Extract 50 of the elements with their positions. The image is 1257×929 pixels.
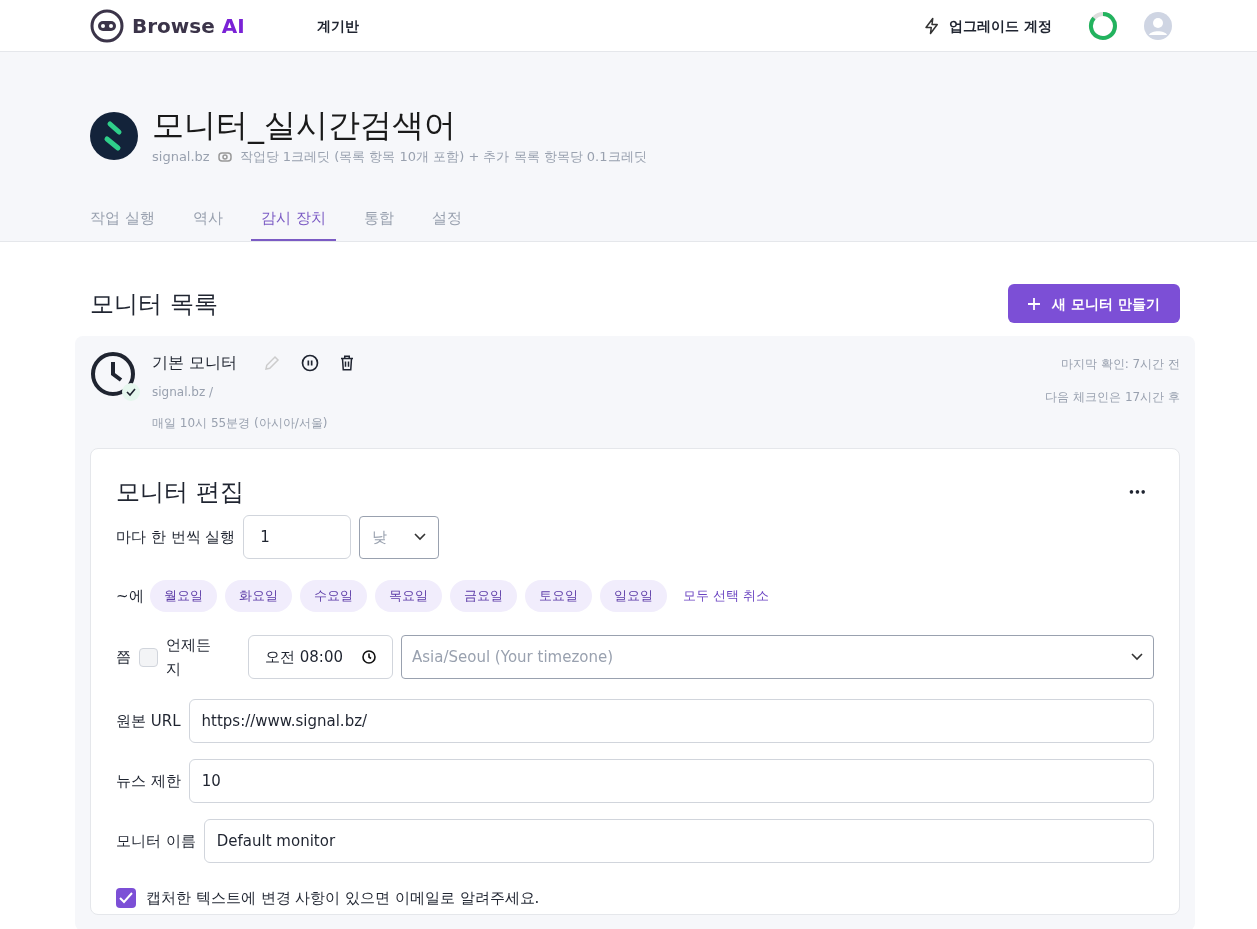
field-label: ~에 [116, 585, 144, 607]
clock-icon [362, 650, 376, 664]
monitor-name: 기본 모니터 [152, 352, 238, 374]
project-logo-icon [90, 111, 138, 160]
day-chip[interactable]: 수요일 [299, 580, 367, 612]
section-heading: 모니터 목록 [90, 288, 218, 320]
tab[interactable]: 감시 장치 [250, 206, 336, 241]
field-label: 모니터 이름 [116, 830, 196, 852]
checkbox-label: 캡처한 텍스트에 변경 사항이 있으면 이메일로 알려주세요. [146, 888, 540, 909]
clock-icon [90, 351, 136, 397]
interval-field[interactable]: 1 [243, 515, 352, 559]
pause-icon[interactable] [300, 353, 321, 373]
field-label: 원본 URL [116, 710, 181, 732]
field-label: 마다 한 번씩 실행 [116, 526, 236, 548]
project-title: 모니터_실시간검색어 [152, 105, 457, 145]
chevron-down-icon [414, 533, 427, 541]
usage-ring-icon [1088, 10, 1118, 41]
anytime-checkbox[interactable] [139, 647, 158, 667]
next-check: 다음 체크인은 17시간 후 [1045, 389, 1180, 406]
new-monitor-button[interactable]: 새 모니터 만들기 [1008, 284, 1180, 323]
deselect-all-link[interactable]: 모두 선택 취소 [682, 586, 769, 606]
day-chip[interactable]: 토요일 [524, 580, 592, 612]
text-field[interactable]: 10 [188, 759, 1154, 803]
field-label: 쯤 [116, 646, 131, 668]
monitor-schedule: 매일 10시 55분경 (아시아/서울) [152, 415, 329, 432]
notify-checkbox[interactable] [116, 888, 136, 909]
credits-info: 작업당 1크레딧 (목록 항목 10개 포함) + 추가 목록 항목당 0.1크레딧 [239, 148, 647, 166]
field-label: 뉴스 제한 [116, 770, 181, 792]
day-chip[interactable]: 월요일 [149, 580, 217, 612]
text-field[interactable]: Default monitor [203, 819, 1154, 863]
time-field[interactable]: 오전 08:00 [248, 635, 393, 679]
monitor-url: signal.bz / [152, 384, 215, 401]
chevron-down-icon [1131, 653, 1143, 661]
more-button[interactable]: ••• [1128, 484, 1146, 500]
checkbox-label: 언제든지 [166, 635, 212, 680]
project-domain: signal.bz [152, 148, 210, 166]
text-field[interactable]: https://www.signal.bz/ [188, 699, 1154, 743]
last-check: 마지막 확인: 7시간 전 [1060, 356, 1180, 373]
day-chip[interactable]: 목요일 [374, 580, 442, 612]
day-chip[interactable]: 화요일 [224, 580, 292, 612]
day-chip[interactable]: 일요일 [599, 580, 667, 612]
upgrade-account-button[interactable]: 업그레이드 계정 [923, 15, 1052, 36]
nav-link[interactable]: 계기반 [316, 15, 359, 36]
brand-name: Browse AI [132, 12, 245, 40]
day-chip[interactable]: 금요일 [449, 580, 517, 612]
robot-logo-icon [90, 8, 124, 43]
checkmark-icon [119, 892, 133, 905]
edit-title: 모니터 편집 [116, 477, 244, 508]
plus-icon [1028, 297, 1041, 310]
avatar-icon [1144, 11, 1172, 40]
